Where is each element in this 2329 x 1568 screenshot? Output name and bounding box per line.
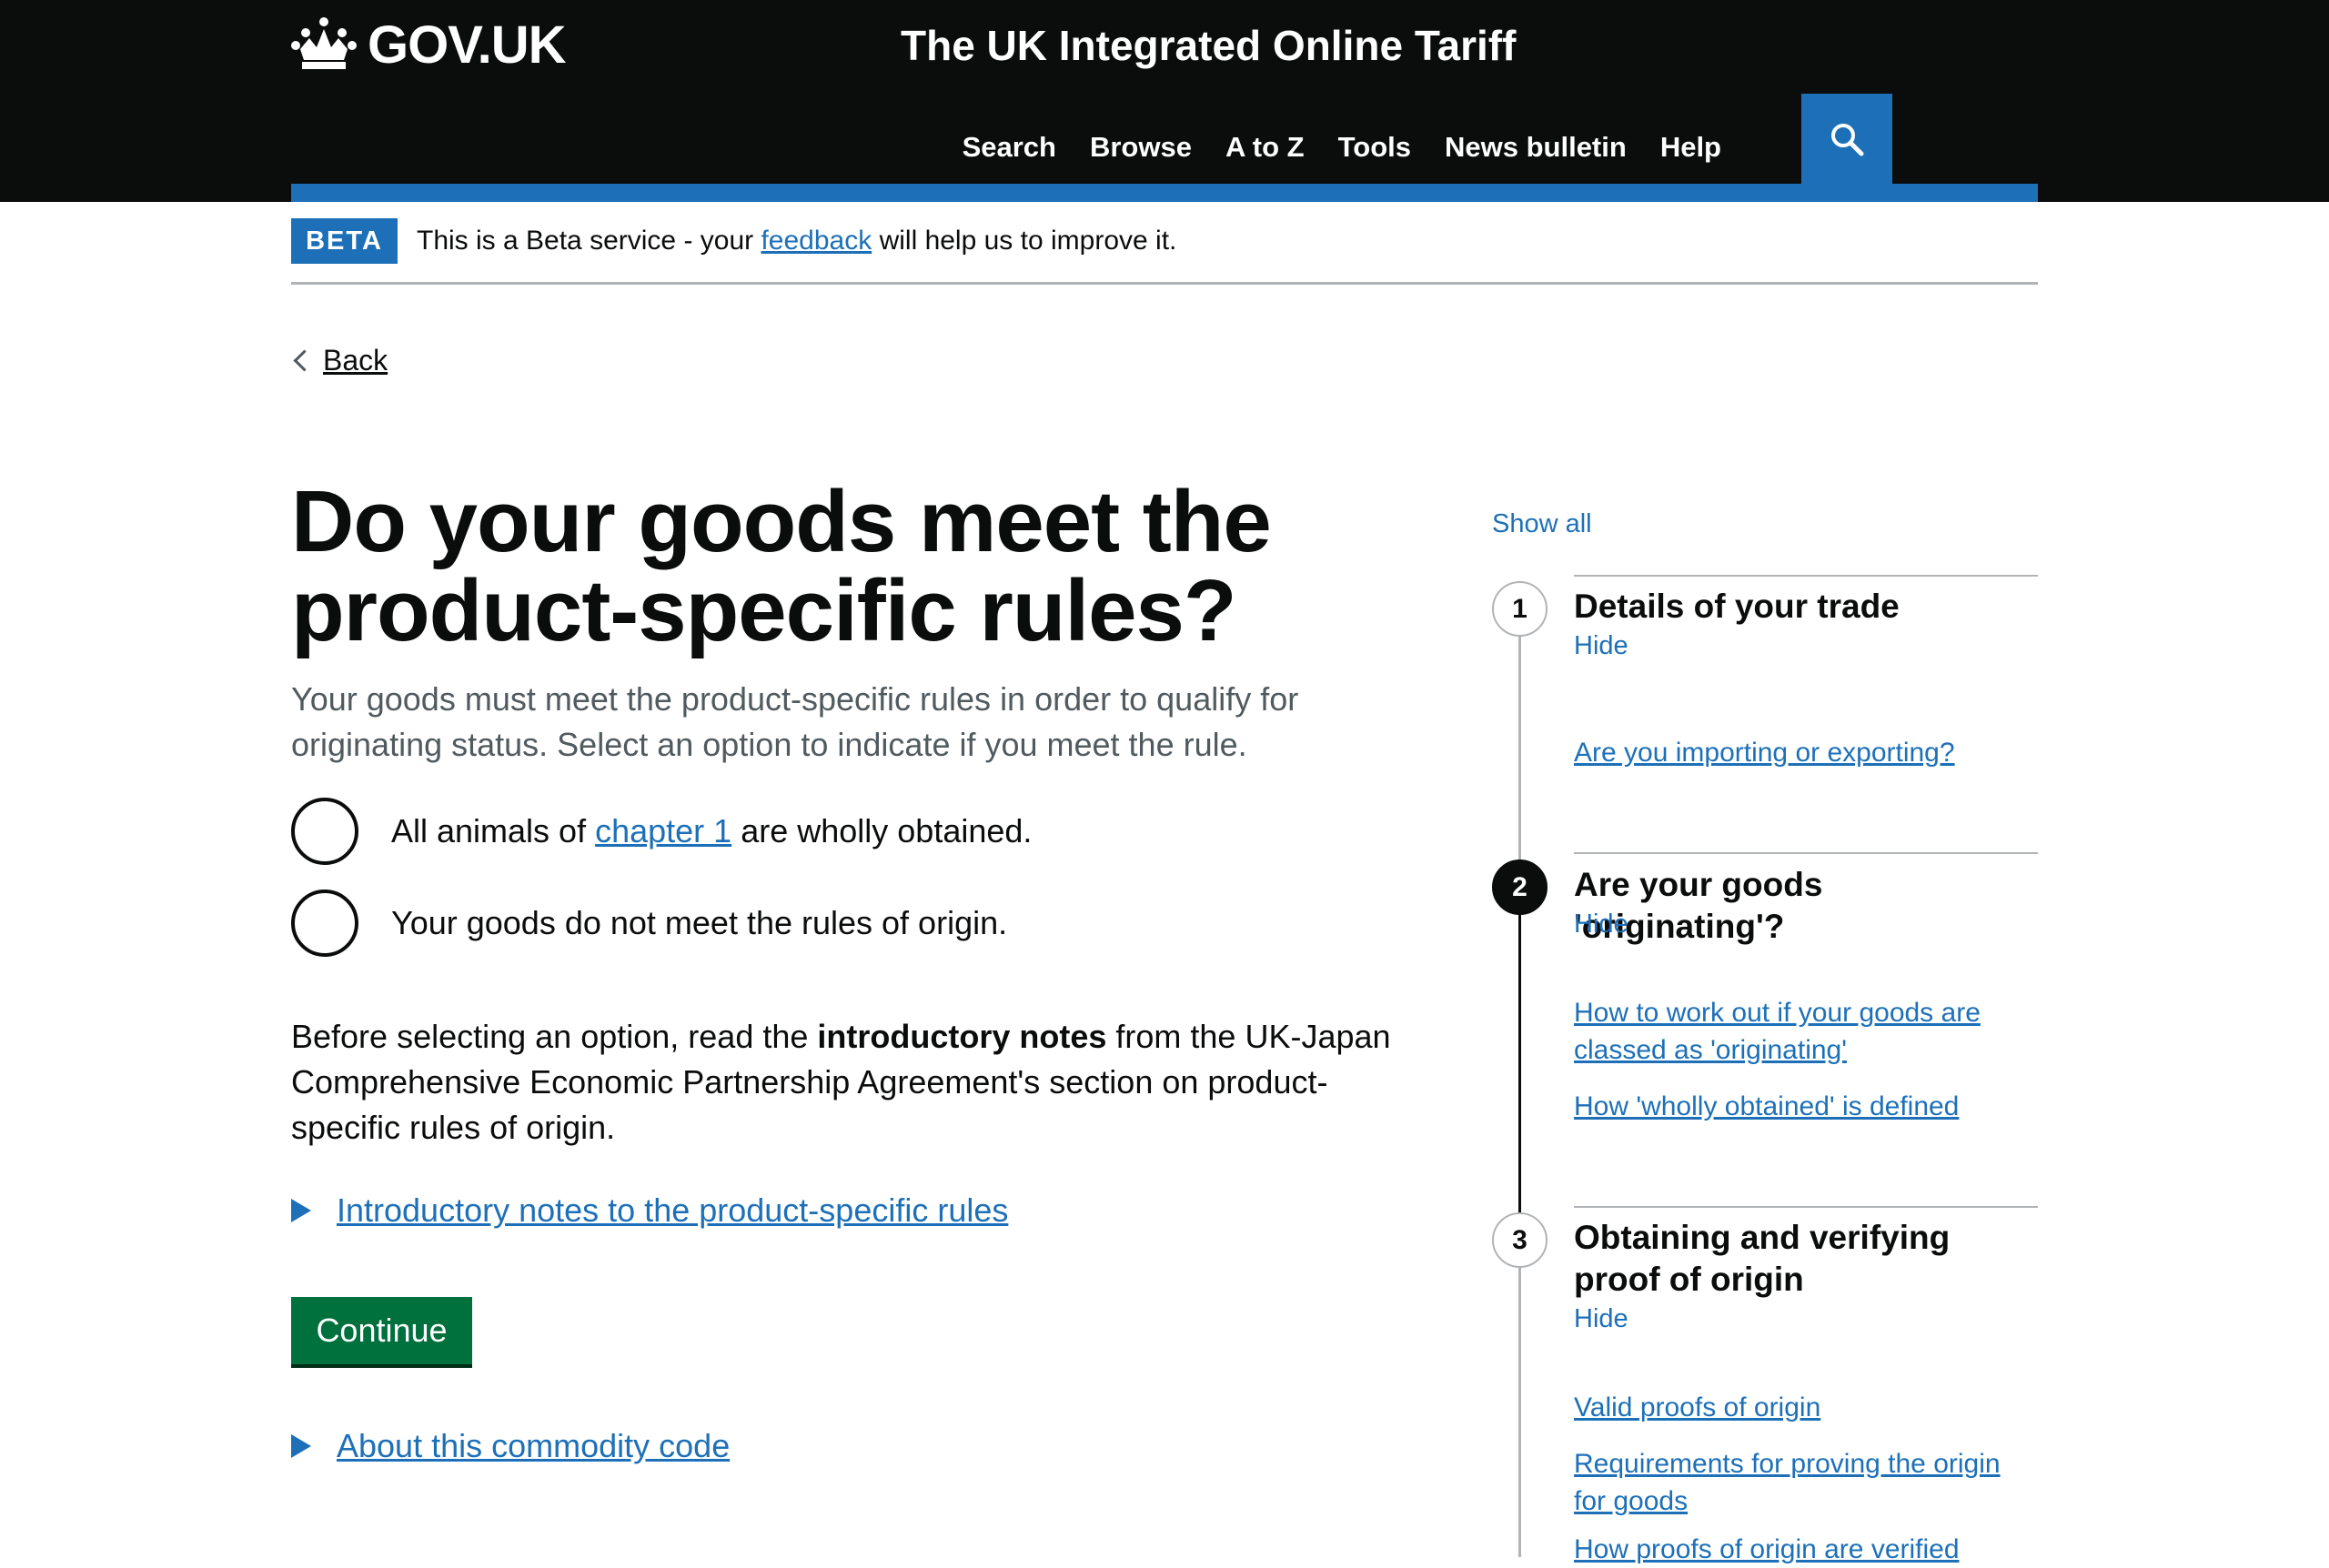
radio-label[interactable]: Your goods do not meet the rules of orig… [391,900,1007,946]
show-all-link[interactable]: Show all [1492,506,1592,542]
step-divider [1574,1206,2038,1208]
nav-help[interactable]: Help [1660,124,1721,171]
step-line [1518,1219,1521,1557]
continue-button[interactable]: Continue [291,1297,472,1364]
step-number: 3 [1492,1212,1548,1268]
details-about-commodity[interactable]: About this commodity code [291,1423,730,1469]
triangle-right-icon [291,1199,311,1222]
header-nav: Search Browse A to Z Tools News bulletin… [963,124,1721,171]
search-button[interactable] [1801,94,1892,185]
page-hint: Your goods must meet the product-specifi… [291,680,1299,763]
details-summary[interactable]: About this commodity code [337,1423,730,1469]
header-blue-bar [291,184,2038,202]
nav-tools[interactable]: Tools [1338,124,1411,171]
search-icon [1831,124,1864,156]
step-hide-toggle[interactable]: Hide [1574,628,1628,664]
radio-label-before: All animals of [391,812,596,849]
step-link[interactable]: Are you importing or exporting? [1574,734,2038,771]
triangle-right-icon [291,1434,311,1458]
radio-option-not-met[interactable]: Your goods do not meet the rules of orig… [291,890,1007,957]
back-link[interactable]: Back [323,338,388,382]
step-link[interactable]: How to work out if your goods are classe… [1574,994,2038,1069]
feedback-link[interactable]: feedback [761,226,872,256]
intro-paragraph: Before selecting an option, read the int… [291,1014,1419,1151]
radio-button[interactable] [291,798,358,865]
step-hide-toggle[interactable]: Hide [1574,1301,1628,1337]
nav-news-bulletin[interactable]: News bulletin [1445,124,1627,171]
chevron-left-icon [293,348,316,372]
beta-tag: BETA [291,218,398,264]
service-name[interactable]: The UK Integrated Online Tariff [901,16,1516,75]
nav-a-to-z[interactable]: A to Z [1225,124,1305,171]
govuk-logo[interactable]: GOV.UK [368,13,566,78]
step-divider [1574,575,2038,577]
step-link[interactable]: Valid proofs of origin [1574,1389,2038,1426]
radio-option-wholly-obtained[interactable]: All animals of chapter 1 are wholly obta… [291,798,1032,865]
beta-text-after: will help us to improve it. [872,226,1177,256]
step-line [1518,608,1521,860]
nav-search[interactable]: Search [963,124,1056,171]
back-link-container: Back [291,338,388,382]
step-title[interactable]: Are your goods 'originating'? [1574,864,2038,948]
step-divider [1574,852,2038,854]
radio-button[interactable] [291,890,358,957]
nav-browse[interactable]: Browse [1090,124,1192,171]
para-before: Before selecting an option, read the [291,1018,818,1055]
para-bold: introductory notes [817,1018,1107,1055]
details-introductory-notes[interactable]: Introductory notes to the product-specif… [291,1188,1008,1233]
phase-banner: BETA This is a Beta service - your feedb… [291,218,2038,285]
beta-text-before: This is a Beta service - your [417,226,761,256]
step-hide-toggle[interactable]: Hide [1574,906,1628,942]
page-title: Do your goods meet the product-specific … [291,473,1272,659]
step-number: 1 [1492,581,1548,637]
radio-label-after: are wholly obtained. [731,812,1033,849]
step-link[interactable]: How 'wholly obtained' is defined [1574,1088,2038,1125]
chapter-link[interactable]: chapter 1 [595,812,731,849]
radio-label[interactable]: All animals of chapter 1 are wholly obta… [391,809,1032,854]
step-title[interactable]: Details of your trade [1574,586,2038,628]
step-number: 2 [1492,859,1548,915]
step-link[interactable]: Requirements for proving the origin for … [1574,1445,2038,1520]
crown-logo-icon[interactable] [291,16,357,71]
details-summary[interactable]: Introductory notes to the product-specif… [337,1188,1008,1233]
beta-text: This is a Beta service - your feedback w… [417,218,1176,264]
site-header: GOV.UK The UK Integrated Online Tariff S… [0,0,2329,202]
step-link[interactable]: How proofs of origin are verified [1574,1531,2038,1568]
step-title[interactable]: Obtaining and verifying proof of origin [1574,1217,2038,1301]
